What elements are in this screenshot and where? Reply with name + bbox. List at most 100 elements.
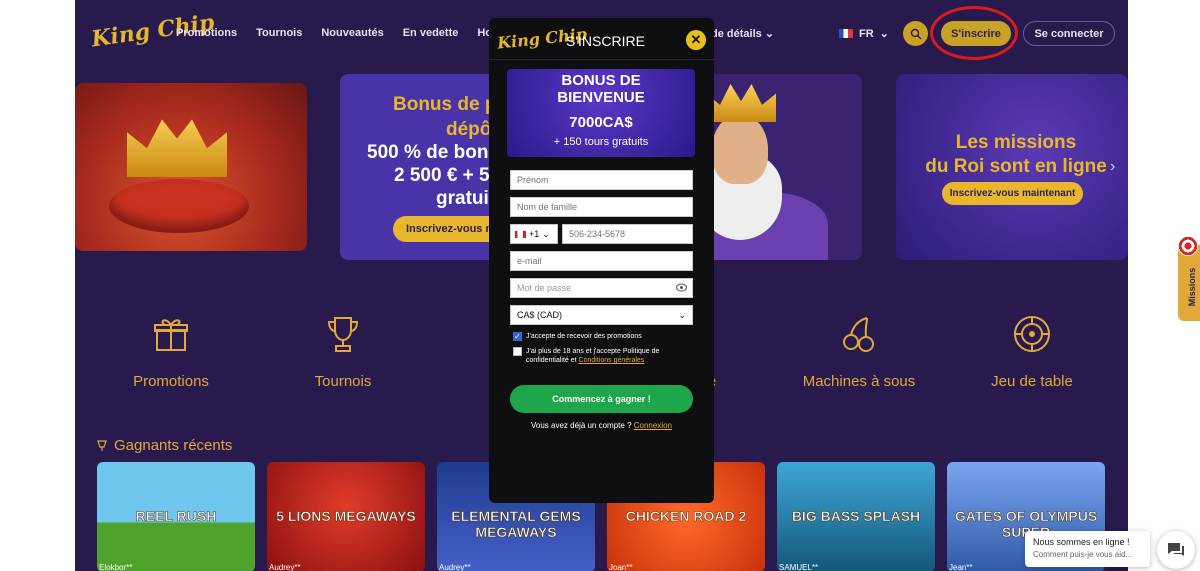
age-consent: J'ai plus de 18 ans et j'accepte Politiq… <box>513 347 676 365</box>
banner-subtitle: dépô <box>446 119 492 140</box>
roulette-icon <box>1014 316 1050 352</box>
chat-status: Nous sommes en ligne ! <box>1033 537 1130 547</box>
category-label: Promotions <box>133 373 209 390</box>
terms-link[interactable]: Conditions générales <box>579 357 645 364</box>
game-title: ELEMENTAL GEMS MEGAWAYS <box>451 508 581 541</box>
close-icon: ✕ <box>690 32 702 47</box>
trophy-outline-icon <box>97 439 107 451</box>
cherries-icon <box>843 317 874 352</box>
chat-button[interactable] <box>1157 531 1195 569</box>
highlight-annotation <box>930 6 1018 60</box>
login-link[interactable]: Connexion <box>634 421 672 430</box>
banner-title: Les missions <box>955 132 1077 153</box>
winner-name: Jean** <box>949 563 973 571</box>
chat-prompt: Comment puis-je vous aid... <box>1033 550 1133 559</box>
banner-line: 500 % de bonu <box>367 142 501 163</box>
chevron-down-icon: ⌄ <box>764 28 775 40</box>
modal-title: S'INSCRIRE <box>566 33 645 49</box>
password-placeholder: Mot de passe <box>517 283 572 293</box>
more-label: de détails <box>711 28 762 40</box>
recent-winners-title: Gagnants récents <box>114 437 233 454</box>
game-title: BIG BASS SPLASH <box>791 508 921 525</box>
france-flag-icon <box>839 29 853 38</box>
category-promotions[interactable]: Promotions <box>96 314 246 390</box>
age-consent-text: J'ai plus de 18 ans et j'accepte Politiq… <box>526 347 676 365</box>
last-name-field[interactable] <box>510 197 693 217</box>
phone-country-selector[interactable]: +1 ⌄ <box>510 224 558 244</box>
game-title: CHICKEN ROAD 2 <box>625 508 747 525</box>
promo-consent-text: J'accepte de recevoir des promotions <box>526 333 642 340</box>
promo-checkbox[interactable]: ✓ <box>513 332 522 341</box>
login-button[interactable]: Se connecter <box>1023 21 1115 46</box>
more-menu[interactable]: de détails ⌄ <box>711 27 774 40</box>
king-crown-image <box>706 84 776 122</box>
recent-winners-heading: Gagnants récents <box>95 437 232 454</box>
game-card[interactable]: REEL RUSH Elokbor** <box>97 462 255 571</box>
gift-icon <box>154 319 188 351</box>
bonus-title: BIENVENUE <box>557 89 645 106</box>
promo-consent: ✓ J'accepte de recevoir des promotions <box>513 332 676 341</box>
nav-link-nouveautes[interactable]: Nouveautés <box>321 27 383 39</box>
password-field[interactable]: Mot de passe <box>510 278 693 298</box>
crown-image <box>127 119 227 177</box>
chevron-down-icon: ⌄ <box>678 309 686 320</box>
search-button[interactable] <box>903 21 928 46</box>
game-title: 5 LIONS MEGAWAYS <box>276 508 416 525</box>
game-title: REEL RUSH <box>135 508 217 525</box>
category-label: Jeu de table <box>991 373 1073 390</box>
existing-account: Vous avez déjà un compte ? Connexion <box>489 421 714 430</box>
eye-icon[interactable] <box>676 283 687 292</box>
banner-subtitle: du Roi sont en ligne <box>925 156 1107 177</box>
banner-line: gratui <box>436 188 489 209</box>
missions-banner[interactable]: Les missions du Roi sont en ligne Inscri… <box>896 74 1128 260</box>
category-table-games[interactable]: Jeu de table <box>957 314 1107 390</box>
first-name-field[interactable] <box>510 170 693 190</box>
bonus-amount: 7000CA$ <box>569 114 633 131</box>
phone-field[interactable] <box>562 224 693 244</box>
chat-bubble[interactable]: Nous sommes en ligne ! Comment puis-je v… <box>1025 531 1150 567</box>
game-card[interactable]: 5 LIONS MEGAWAYS Audrey** <box>267 462 425 571</box>
canada-flag-icon <box>515 230 526 238</box>
bonus-spins: + 150 tours gratuits <box>553 136 649 148</box>
search-icon <box>910 28 921 39</box>
winner-name: Audrey** <box>269 563 301 571</box>
category-tournois[interactable]: Tournois <box>268 314 418 390</box>
welcome-bonus-banner: BONUS DE BIENVENUE 7000CA$ + 150 tours g… <box>507 69 695 157</box>
category-label: Tournois <box>314 373 372 390</box>
language-label: FR <box>859 27 874 40</box>
chevron-down-icon: ⌄ <box>542 228 550 239</box>
missions-tab-label: Missions <box>1187 267 1197 307</box>
banner-title: Bonus de p <box>393 94 497 115</box>
bonus-title: BONUS DE <box>561 72 641 89</box>
email-field[interactable] <box>510 251 693 271</box>
chevron-right-icon[interactable]: › <box>1110 158 1115 176</box>
signup-modal: King Chip S'INSCRIRE ✕ BONUS DE BIENVENU… <box>489 18 714 503</box>
winner-name: Audrey** <box>439 563 471 571</box>
currency-select[interactable]: CA$ (CAD) ⌄ <box>510 305 693 325</box>
nav-link-tournois[interactable]: Tournois <box>256 27 302 39</box>
trophy-icon <box>327 317 359 352</box>
cushion-image <box>109 179 249 233</box>
nav-links: Promotions Tournois Nouveautés En vedett… <box>176 27 513 39</box>
close-button[interactable]: ✕ <box>686 30 706 50</box>
modal-header: King Chip S'INSCRIRE ✕ <box>489 18 714 60</box>
category-label: Machines à sous <box>802 373 916 390</box>
chevron-down-icon: ⌄ <box>879 28 889 40</box>
winner-name: Joan** <box>609 563 633 571</box>
missions-signup-button[interactable]: Inscrivez-vous maintenant <box>942 182 1083 205</box>
start-winning-button[interactable]: Commencez à gagner ! <box>510 385 693 413</box>
account-prompt: Vous avez déjà un compte ? <box>531 421 632 430</box>
winner-name: Elokbor** <box>99 563 133 571</box>
game-card[interactable]: BIG BASS SPLASH SAMUEL** <box>777 462 935 571</box>
chat-icon <box>1168 543 1184 556</box>
nav-link-en-vedette[interactable]: En vedette <box>403 27 459 39</box>
language-selector[interactable]: FR ⌄ <box>839 27 889 40</box>
nav-link-promotions[interactable]: Promotions <box>176 27 237 39</box>
currency-value: CA$ (CAD) <box>517 310 563 320</box>
king-face-image <box>712 114 768 184</box>
category-slots[interactable]: Machines à sous <box>784 314 934 390</box>
phone-code-label: +1 <box>529 229 540 239</box>
age-checkbox[interactable] <box>513 347 522 356</box>
crown-banner[interactable] <box>75 83 307 251</box>
target-icon <box>1178 236 1198 256</box>
